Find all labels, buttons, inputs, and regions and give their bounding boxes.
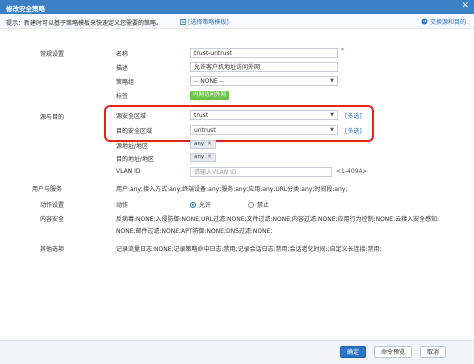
required-mark: *	[341, 47, 344, 54]
user-service-summary[interactable]: 用户:any;接入方式:any;终端设备:any;服务:any;应用:any;U…	[116, 184, 347, 193]
action-label: 动作	[116, 202, 129, 209]
ok-button[interactable]: 确定	[340, 346, 367, 358]
chevron-down-icon: ▼	[330, 78, 334, 84]
remove-icon[interactable]: ✕	[207, 154, 212, 161]
section-src-dst: 源与目的	[40, 114, 65, 121]
radio-on-icon	[190, 201, 196, 208]
tag-badge[interactable]: 内网访问外网	[190, 91, 230, 100]
src-zone-multi-link[interactable]: [多选]	[345, 111, 362, 120]
name-label: 名称	[116, 51, 129, 58]
dst-addr-chip[interactable]: any ✕	[190, 153, 216, 162]
select-template-link[interactable]: [选择策略模板]	[180, 17, 229, 26]
group-label: 策略组	[116, 79, 135, 86]
swap-src-dst-label: 交换源和目的	[429, 19, 466, 26]
vlan-label: VLAN ID	[116, 168, 141, 175]
action-allow-radio[interactable]: 允许	[190, 200, 211, 209]
vlan-input[interactable]: 请输入VLAN ID	[190, 167, 332, 177]
chevron-down-icon: ▼	[330, 112, 334, 118]
section-content-security: 内容安全	[40, 216, 65, 223]
group-select-value: -- NONE --	[194, 78, 224, 85]
cancel-button[interactable]: 取消	[420, 346, 447, 358]
group-select[interactable]: -- NONE -- ▼	[190, 76, 338, 86]
src-addr-chip[interactable]: any ✕	[190, 140, 216, 149]
dst-zone-select[interactable]: untrust ▼	[190, 125, 338, 135]
action-radio-group: 允许 禁止	[190, 200, 310, 209]
dst-addr-label: 目的地址/地区	[116, 156, 155, 163]
chevron-down-icon: ▼	[330, 127, 334, 133]
content-security-line1[interactable]: 反病毒:NONE;入侵防御:NONE;URL过滤:NONE;文件过滤:NONE;…	[116, 214, 439, 223]
close-icon[interactable]: ✕	[461, 1, 469, 12]
dialog-title: 修改安全策略	[6, 5, 45, 13]
command-preview-button[interactable]: 命令预览	[374, 346, 413, 358]
hint-text: 提示：新建时可以基于策略模板来快速定义您需要的策略。	[6, 20, 163, 27]
dst-zone-value: untrust	[194, 127, 216, 134]
action-deny-label: 禁止	[257, 202, 270, 209]
dst-zone-multi-link[interactable]: [多选]	[345, 126, 362, 135]
desc-input[interactable]: 允许客户机地址访问外网	[190, 62, 338, 72]
action-allow-label: 允许	[199, 202, 212, 209]
section-basic: 常规设置	[40, 51, 65, 58]
action-deny-radio[interactable]: 禁止	[248, 200, 269, 209]
hint-bar: 提示：新建时可以基于策略模板来快速定义您需要的策略。 [选择策略模板] 交换源和…	[0, 14, 474, 29]
template-icon	[180, 18, 186, 25]
name-input[interactable]: trust-untrust	[190, 48, 338, 58]
select-template-label: [选择策略模板]	[188, 19, 229, 26]
src-zone-value: trust	[194, 112, 209, 119]
src-addr-value: any	[194, 141, 205, 147]
policy-form: 常规设置 名称 trust-untrust * 描述 允许客户机地址访问外网 策…	[0, 30, 474, 340]
other-summary[interactable]: 记录流量日志:NONE;记录策略命中日志:禁用;记录会话日志:禁用;会话老化时间…	[116, 244, 382, 253]
dst-zone-label: 目的安全区域	[116, 128, 153, 135]
dst-addr-value: any	[194, 154, 205, 160]
section-action: 动作设置	[40, 202, 65, 209]
content-security-line2[interactable]: NONE;邮件过滤:NONE;APT防御:NONE;DNS过滤:NONE;	[116, 226, 272, 235]
dialog-footer: 确定 命令预览 取消	[0, 340, 474, 364]
radio-off-icon	[248, 201, 254, 208]
dialog-titlebar: 修改安全策略 ✕	[0, 0, 474, 14]
src-zone-select[interactable]: trust ▼	[190, 110, 338, 120]
vlan-range-hint: <1-4094>	[336, 168, 368, 175]
swap-icon	[421, 18, 428, 25]
swap-src-dst-link[interactable]: 交换源和目的	[421, 17, 466, 26]
tag-label: 标签	[116, 93, 129, 100]
section-user-service: 用户与服务	[32, 186, 63, 193]
desc-label: 描述	[116, 65, 129, 72]
src-addr-label: 源地址/地区	[116, 143, 149, 150]
remove-icon[interactable]: ✕	[207, 141, 212, 148]
section-other: 其他选项	[40, 246, 65, 253]
src-zone-label: 源安全区域	[116, 113, 147, 120]
